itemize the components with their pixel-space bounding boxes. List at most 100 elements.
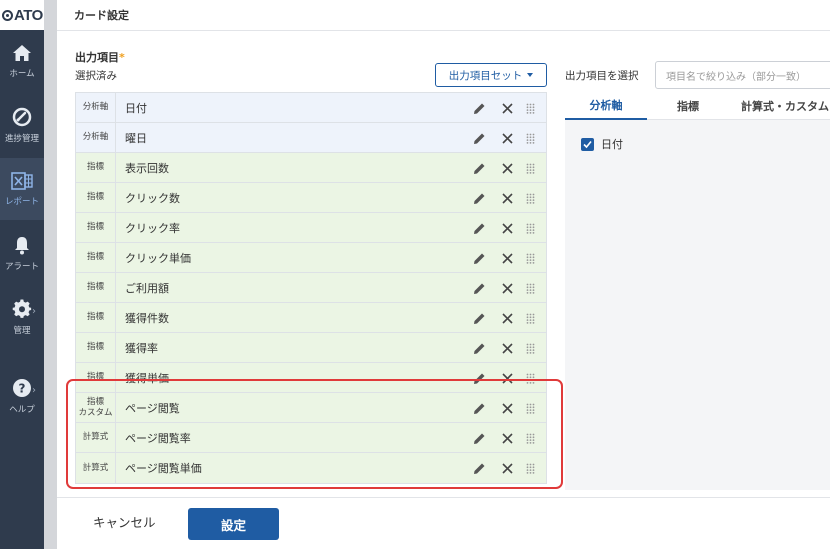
- selected-item-row[interactable]: 指標 クリック単価: [76, 243, 546, 273]
- remove-item-button[interactable]: [498, 423, 516, 453]
- remove-item-button[interactable]: [498, 333, 516, 363]
- selected-item-row[interactable]: 指標 獲得単価: [76, 363, 546, 393]
- nav-label-alert: アラート: [4, 261, 39, 272]
- remove-item-button[interactable]: [498, 183, 516, 213]
- remove-item-button[interactable]: [498, 123, 516, 153]
- pencil-icon: [473, 433, 484, 444]
- item-type-text: 指標: [86, 372, 104, 383]
- remove-item-button[interactable]: [498, 93, 516, 123]
- close-icon: [501, 342, 513, 354]
- tab-axis[interactable]: 分析軸: [565, 92, 647, 120]
- remove-item-button[interactable]: [498, 213, 516, 243]
- choice-item-date[interactable]: 日付: [581, 136, 623, 152]
- edit-item-button[interactable]: [470, 303, 488, 333]
- remove-item-button[interactable]: [498, 243, 516, 273]
- drag-handle[interactable]: [523, 423, 537, 453]
- pencil-icon: [473, 163, 484, 174]
- item-type-text: 指標: [86, 397, 104, 408]
- remove-item-button[interactable]: [498, 273, 516, 303]
- close-icon: [501, 402, 513, 414]
- close-icon: [501, 372, 513, 384]
- submit-button[interactable]: 設定: [188, 508, 279, 540]
- choice-item-label: 日付: [601, 138, 623, 151]
- selected-item-row[interactable]: 指標 クリック数: [76, 183, 546, 213]
- close-icon: [501, 432, 513, 444]
- edit-item-button[interactable]: [470, 363, 488, 393]
- checkbox-checked[interactable]: [581, 137, 594, 151]
- tab-metric-label: 指標: [677, 100, 699, 113]
- item-type-text: 指標: [86, 282, 104, 293]
- drag-handle[interactable]: [523, 243, 537, 273]
- edit-item-button[interactable]: [470, 93, 488, 123]
- nav-item-help[interactable]: ? › ヘルプ: [0, 365, 44, 427]
- tab-metric[interactable]: 指標: [647, 92, 729, 120]
- drag-handle[interactable]: [523, 393, 537, 423]
- nav-item-report[interactable]: レポート: [0, 158, 44, 220]
- selected-item-row[interactable]: 分析軸 日付: [76, 93, 546, 123]
- nav-item-alert[interactable]: アラート: [0, 222, 44, 284]
- tab-formula-custom[interactable]: 計算式・カスタム: [729, 92, 830, 120]
- remove-item-button[interactable]: [498, 153, 516, 183]
- drag-handle[interactable]: [523, 183, 537, 213]
- modal-title: カード設定: [74, 9, 129, 22]
- pencil-icon: [473, 463, 484, 474]
- selected-item-row[interactable]: 指標 クリック率: [76, 213, 546, 243]
- selected-item-row[interactable]: 指標 獲得率: [76, 333, 546, 363]
- pencil-icon: [473, 223, 484, 234]
- remove-item-button[interactable]: [498, 393, 516, 423]
- edit-item-button[interactable]: [470, 183, 488, 213]
- remove-item-button[interactable]: [498, 303, 516, 333]
- drag-handle[interactable]: [523, 333, 537, 363]
- remove-item-button[interactable]: [498, 363, 516, 393]
- selected-item-row[interactable]: 計算式 ページ閲覧率: [76, 423, 546, 453]
- drag-handle[interactable]: [523, 123, 537, 153]
- help-icon: ?: [13, 378, 31, 397]
- drag-handle[interactable]: [523, 153, 537, 183]
- drag-handle[interactable]: [523, 93, 537, 123]
- selected-item-row[interactable]: 指標 ご利用額: [76, 273, 546, 303]
- filter-input[interactable]: 項目名で絞り込み（部分一致）: [655, 61, 830, 89]
- item-type-badge: 指標: [76, 273, 116, 302]
- nav-label-home: ホーム: [9, 68, 35, 79]
- edit-item-button[interactable]: [470, 393, 488, 423]
- edit-item-button[interactable]: [470, 423, 488, 453]
- item-type-text: 計算式: [82, 432, 109, 443]
- left-nav: ATO ホーム 進捗管理 レポート アラート › 管理 ? › ヘルプ: [0, 0, 44, 549]
- output-preset-button[interactable]: 出力項目セット: [435, 63, 547, 87]
- pencil-icon: [473, 313, 484, 324]
- cancel-button[interactable]: キャンセル: [93, 512, 156, 531]
- report-icon: [11, 171, 33, 190]
- drag-handle[interactable]: [523, 273, 537, 303]
- svg-text:?: ?: [19, 381, 26, 395]
- selected-item-row[interactable]: 指標 獲得件数: [76, 303, 546, 333]
- selected-item-row[interactable]: 分析軸 曜日: [76, 123, 546, 153]
- drag-handle[interactable]: [523, 363, 537, 393]
- app-logo[interactable]: ATO: [0, 0, 44, 30]
- nav-label-progress: 進捗管理: [4, 133, 39, 144]
- edit-item-button[interactable]: [470, 273, 488, 303]
- nav-label-admin: 管理: [13, 325, 31, 336]
- drag-handle[interactable]: [523, 303, 537, 333]
- selected-item-row[interactable]: 計算式 ページ閲覧単価: [76, 453, 546, 483]
- nav-item-admin[interactable]: › 管理: [0, 286, 44, 348]
- drag-handle[interactable]: [523, 453, 537, 483]
- check-icon: [583, 140, 592, 148]
- remove-item-button[interactable]: [498, 453, 516, 483]
- edit-item-button[interactable]: [470, 243, 488, 273]
- nav-expand-admin-icon: ›: [32, 306, 36, 317]
- selected-items-list: 分析軸 日付 分析軸 曜日 指標 表示回数 指標 クリック数 指標 クリック率 指標 クリック単価 指標…: [75, 92, 547, 484]
- edit-item-button[interactable]: [470, 453, 488, 483]
- nav-item-progress[interactable]: 進捗管理: [0, 94, 44, 156]
- edit-item-button[interactable]: [470, 333, 488, 363]
- selected-item-row[interactable]: 指標 表示回数: [76, 153, 546, 183]
- drag-handle-icon: [526, 133, 534, 144]
- edit-item-button[interactable]: [470, 153, 488, 183]
- drag-handle[interactable]: [523, 213, 537, 243]
- edit-item-button[interactable]: [470, 123, 488, 153]
- nav-label-help: ヘルプ: [9, 404, 35, 415]
- edit-item-button[interactable]: [470, 213, 488, 243]
- nav-label-report: レポート: [4, 196, 39, 207]
- drag-handle-icon: [526, 163, 534, 174]
- nav-item-home[interactable]: ホーム: [0, 30, 44, 92]
- selected-item-row[interactable]: 指標 カスタム ページ閲覧: [76, 393, 546, 423]
